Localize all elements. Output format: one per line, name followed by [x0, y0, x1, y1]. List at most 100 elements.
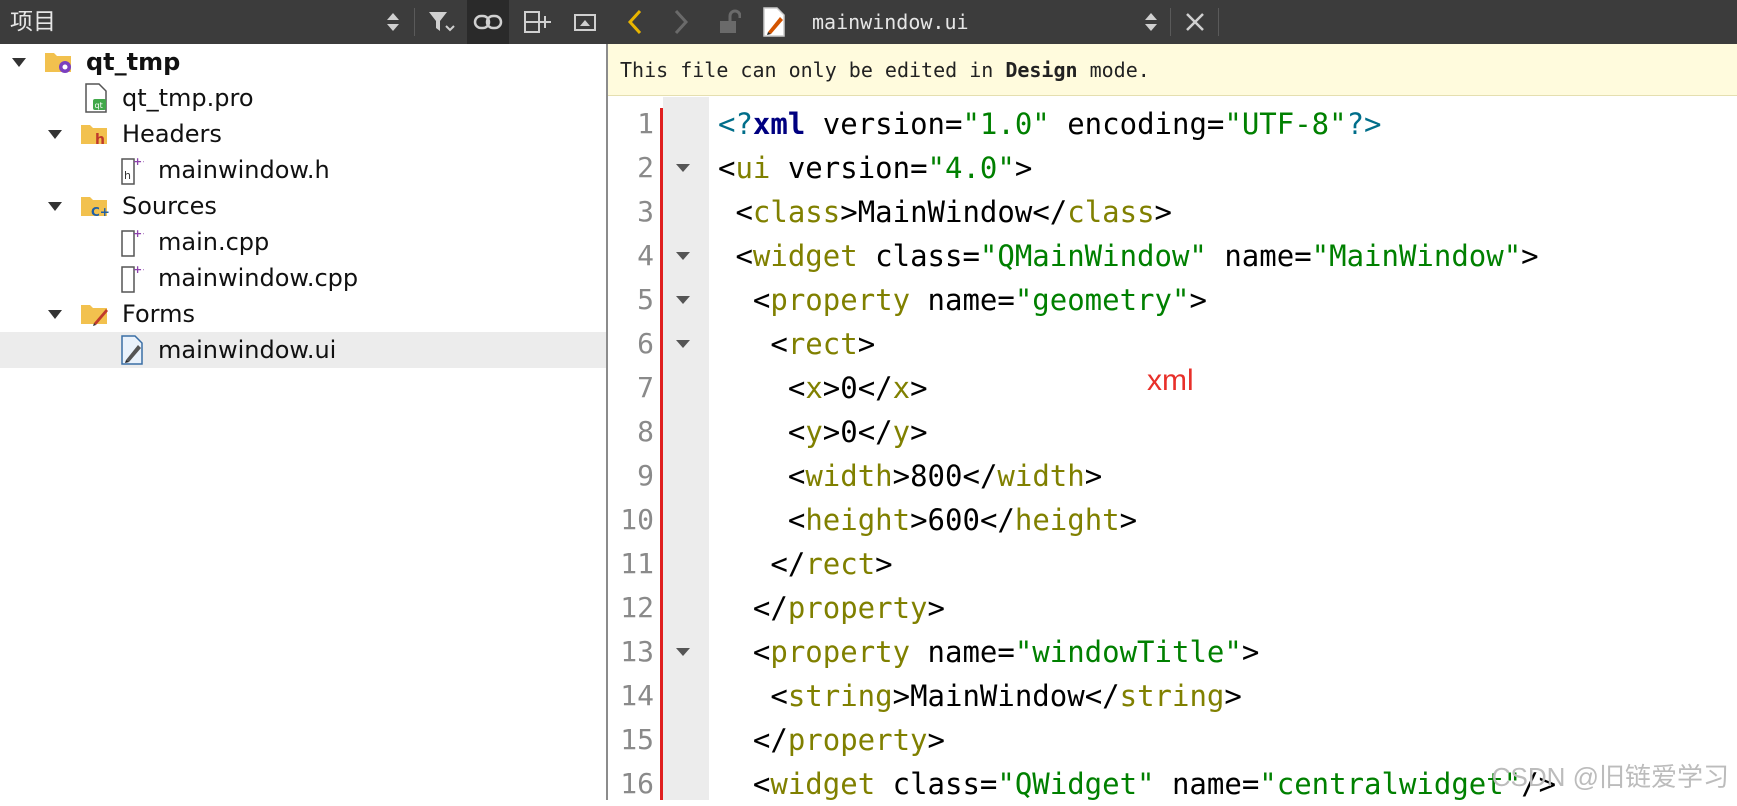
project-toolbar: 项目	[0, 0, 608, 44]
close-sidebar-icon[interactable]	[564, 0, 606, 44]
back-arrow-icon[interactable]	[614, 0, 656, 44]
fold-arrow-icon[interactable]	[676, 648, 690, 656]
code-token: >	[910, 371, 928, 405]
qt-project-file-icon: qt	[84, 83, 108, 119]
code-token: 800	[910, 459, 963, 493]
tree-item-project[interactable]: qt_tmp	[0, 44, 606, 80]
view-selector-updown-icon[interactable]	[378, 0, 408, 44]
fold-arrow-icon[interactable]	[676, 252, 690, 260]
line-number: 2	[637, 151, 654, 184]
cpp-file-icon: ++	[120, 227, 151, 263]
code-token: <	[718, 371, 806, 405]
tree-item-label: mainwindow.cpp	[158, 264, 359, 292]
code-token: class=	[857, 239, 980, 273]
tree-item-label: mainwindow.ui	[158, 336, 337, 364]
code-line: <x>0</x>	[718, 366, 928, 410]
editor-toolbar: mainwindow.ui	[608, 0, 1737, 44]
code-token: property	[787, 591, 928, 625]
code-token: >	[840, 195, 858, 229]
code-token: rect	[787, 327, 858, 361]
code-token: "geometry"	[1014, 283, 1190, 317]
code-token: "windowTitle"	[1014, 635, 1242, 669]
expand-arrow-icon[interactable]	[48, 310, 62, 319]
cpp-file-icon: ++	[120, 263, 151, 299]
svg-text:qt: qt	[95, 101, 103, 110]
code-line: </property>	[718, 586, 945, 630]
code-line: </rect>	[718, 542, 892, 586]
code-line: <y>0</y>	[718, 410, 928, 454]
code-token: name=	[1154, 767, 1260, 801]
code-token: </	[979, 503, 1015, 537]
code-line: <ui version="4.0">	[718, 146, 1032, 190]
code-line: <class>MainWindow</class>	[718, 190, 1172, 234]
tree-item-label: Sources	[122, 192, 217, 220]
code-token: ui	[735, 151, 771, 185]
code-line: </property>	[718, 718, 945, 762]
code-line: <property name="geometry">	[718, 278, 1207, 322]
code-token: >	[910, 503, 928, 537]
line-number: 6	[637, 327, 654, 360]
code-token: </	[718, 591, 788, 625]
code-token: name=	[910, 283, 1015, 317]
code-token: </	[1084, 679, 1120, 713]
tree-item-form-file[interactable]: mainwindow.ui	[0, 332, 606, 368]
tree-item-header-file[interactable]: h++ mainwindow.h	[0, 152, 606, 188]
line-number: 4	[637, 239, 654, 272]
code-line: <height>600</height>	[718, 498, 1137, 542]
lock-icon[interactable]	[708, 0, 750, 44]
open-document-name[interactable]: mainwindow.ui	[812, 0, 969, 44]
code-line: <property name="windowTitle">	[718, 630, 1259, 674]
header-file-icon: h++	[120, 155, 151, 191]
project-folder-icon	[44, 48, 74, 82]
code-token: name=	[1206, 239, 1312, 273]
code-token: >	[927, 723, 945, 757]
fold-arrow-icon[interactable]	[676, 340, 690, 348]
code-token: >	[892, 679, 911, 713]
code-token: width	[997, 459, 1085, 493]
code-token: >	[822, 415, 841, 449]
toolbar-separator	[414, 8, 415, 36]
tree-item-headers[interactable]: h Headers	[0, 116, 606, 152]
code-token: MainWindow	[910, 679, 1085, 713]
expand-arrow-icon[interactable]	[48, 202, 62, 211]
code-token: name=	[910, 635, 1015, 669]
toolbar-separator	[1218, 8, 1219, 36]
code-token: widget	[770, 767, 876, 801]
watermark: CSDN @旧链爱学习	[1491, 762, 1729, 792]
expand-arrow-icon[interactable]	[12, 58, 26, 67]
link-with-editor-icon[interactable]	[467, 0, 509, 44]
code-token: version=	[770, 151, 928, 185]
svg-text:++: ++	[133, 263, 144, 276]
code-token: rect	[805, 547, 876, 581]
filter-icon[interactable]	[420, 0, 462, 44]
fold-arrow-icon[interactable]	[676, 164, 690, 172]
line-number: 3	[637, 195, 654, 228]
code-token: </	[962, 459, 998, 493]
code-token: height	[1014, 503, 1120, 537]
tree-item-pro-file[interactable]: qt qt_tmp.pro	[0, 80, 606, 116]
code-token: >	[927, 591, 945, 625]
code-token: MainWindow	[857, 195, 1033, 229]
fold-arrow-icon[interactable]	[676, 296, 690, 304]
document-selector-updown-icon[interactable]	[1136, 0, 1166, 44]
expand-arrow-icon[interactable]	[48, 130, 62, 139]
code-token: <	[718, 151, 736, 185]
split-icon[interactable]	[516, 0, 558, 44]
tree-item-label: mainwindow.h	[158, 156, 330, 184]
line-number: 7	[637, 371, 654, 404]
tree-item-source-file[interactable]: ++ mainwindow.cpp	[0, 260, 606, 296]
close-document-icon[interactable]	[1174, 0, 1216, 44]
line-number: 14	[620, 679, 654, 712]
tree-item-forms[interactable]: Forms	[0, 296, 606, 332]
tree-item-sources[interactable]: C+ Sources	[0, 188, 606, 224]
code-token: encoding=	[1049, 107, 1225, 141]
headers-folder-icon: h	[80, 120, 110, 154]
code-token: property	[770, 283, 911, 317]
code-token: <	[718, 503, 806, 537]
forward-arrow-icon[interactable]	[660, 0, 702, 44]
code-token: <	[718, 767, 771, 801]
code-token: </	[1032, 195, 1068, 229]
code-token: string	[787, 679, 893, 713]
design-mode-info-bar: This file can only be edited in Design m…	[608, 44, 1737, 96]
tree-item-source-file[interactable]: ++ main.cpp	[0, 224, 606, 260]
